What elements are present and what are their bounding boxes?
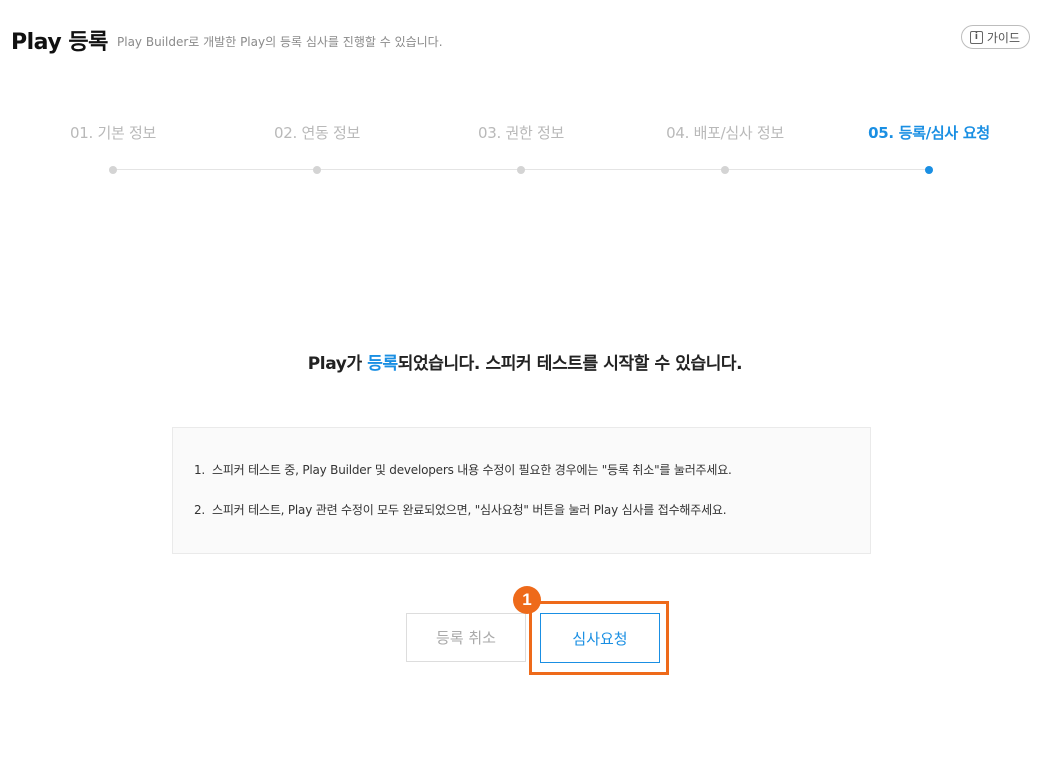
step-deploy-review-info: 04. 배포/심사 정보 (625, 122, 825, 174)
callout-highlight-box (529, 601, 669, 675)
step-label: 01. 기본 정보 (70, 124, 156, 142)
guide-button[interactable]: i 가이드 (960, 25, 1030, 49)
step-dot (721, 166, 729, 174)
step-dot (109, 166, 117, 174)
page-header: Play 등록 Play Builder로 개발한 Play의 등록 심사를 진… (11, 22, 1030, 56)
notice-text: 스피커 테스트 중, Play Builder 및 developers 내용 … (212, 463, 732, 477)
step-basic-info: 01. 기본 정보 (13, 122, 213, 174)
step-label: 02. 연동 정보 (274, 124, 360, 142)
message-suffix: 되었습니다. 스피커 테스트를 시작할 수 있습니다. (397, 354, 743, 374)
guide-info-icon: i (969, 30, 983, 44)
notice-item: 1. 스피커 테스트 중, Play Builder 및 developers 내… (194, 462, 732, 478)
step-integration-info: 02. 연동 정보 (217, 122, 417, 174)
step-dot (517, 166, 525, 174)
page-title: Play 등록 (11, 30, 108, 55)
notice-list: 1. 스피커 테스트 중, Play Builder 및 developers 내… (194, 462, 732, 518)
notice-number: 1. (194, 463, 206, 477)
message-highlight: 등록 (367, 354, 398, 374)
step-permission-info: 03. 권한 정보 (421, 122, 621, 174)
cancel-registration-button[interactable]: 등록 취소 (406, 613, 526, 662)
step-dot-active (925, 166, 933, 174)
step-register-review-request: 05. 등록/심사 요청 (829, 122, 1029, 174)
step-label: 05. 등록/심사 요청 (868, 124, 990, 142)
notice-number: 2. (194, 503, 206, 517)
page-subtitle: Play Builder로 개발한 Play의 등록 심사를 진행할 수 있습니… (117, 35, 443, 49)
callout-number-badge: 1 (513, 586, 541, 614)
step-label: 03. 권한 정보 (478, 124, 564, 142)
step-label: 04. 배포/심사 정보 (666, 124, 784, 142)
progress-stepper: 01. 기본 정보 02. 연동 정보 03. 권한 정보 04. 배포/심사 … (0, 122, 1050, 182)
notice-text: 스피커 테스트, Play 관련 수정이 모두 완료되었으면, "심사요청" 버… (212, 503, 727, 517)
guide-button-label: 가이드 (986, 30, 1020, 45)
notice-item: 2. 스피커 테스트, Play 관련 수정이 모두 완료되었으면, "심사요청"… (194, 502, 732, 518)
notice-box: 1. 스피커 테스트 중, Play Builder 및 developers 내… (172, 427, 871, 554)
registration-complete-message: Play가 등록되었습니다. 스피커 테스트를 시작할 수 있습니다. (0, 349, 1050, 374)
step-dot (313, 166, 321, 174)
message-prefix: Play가 (307, 354, 368, 374)
